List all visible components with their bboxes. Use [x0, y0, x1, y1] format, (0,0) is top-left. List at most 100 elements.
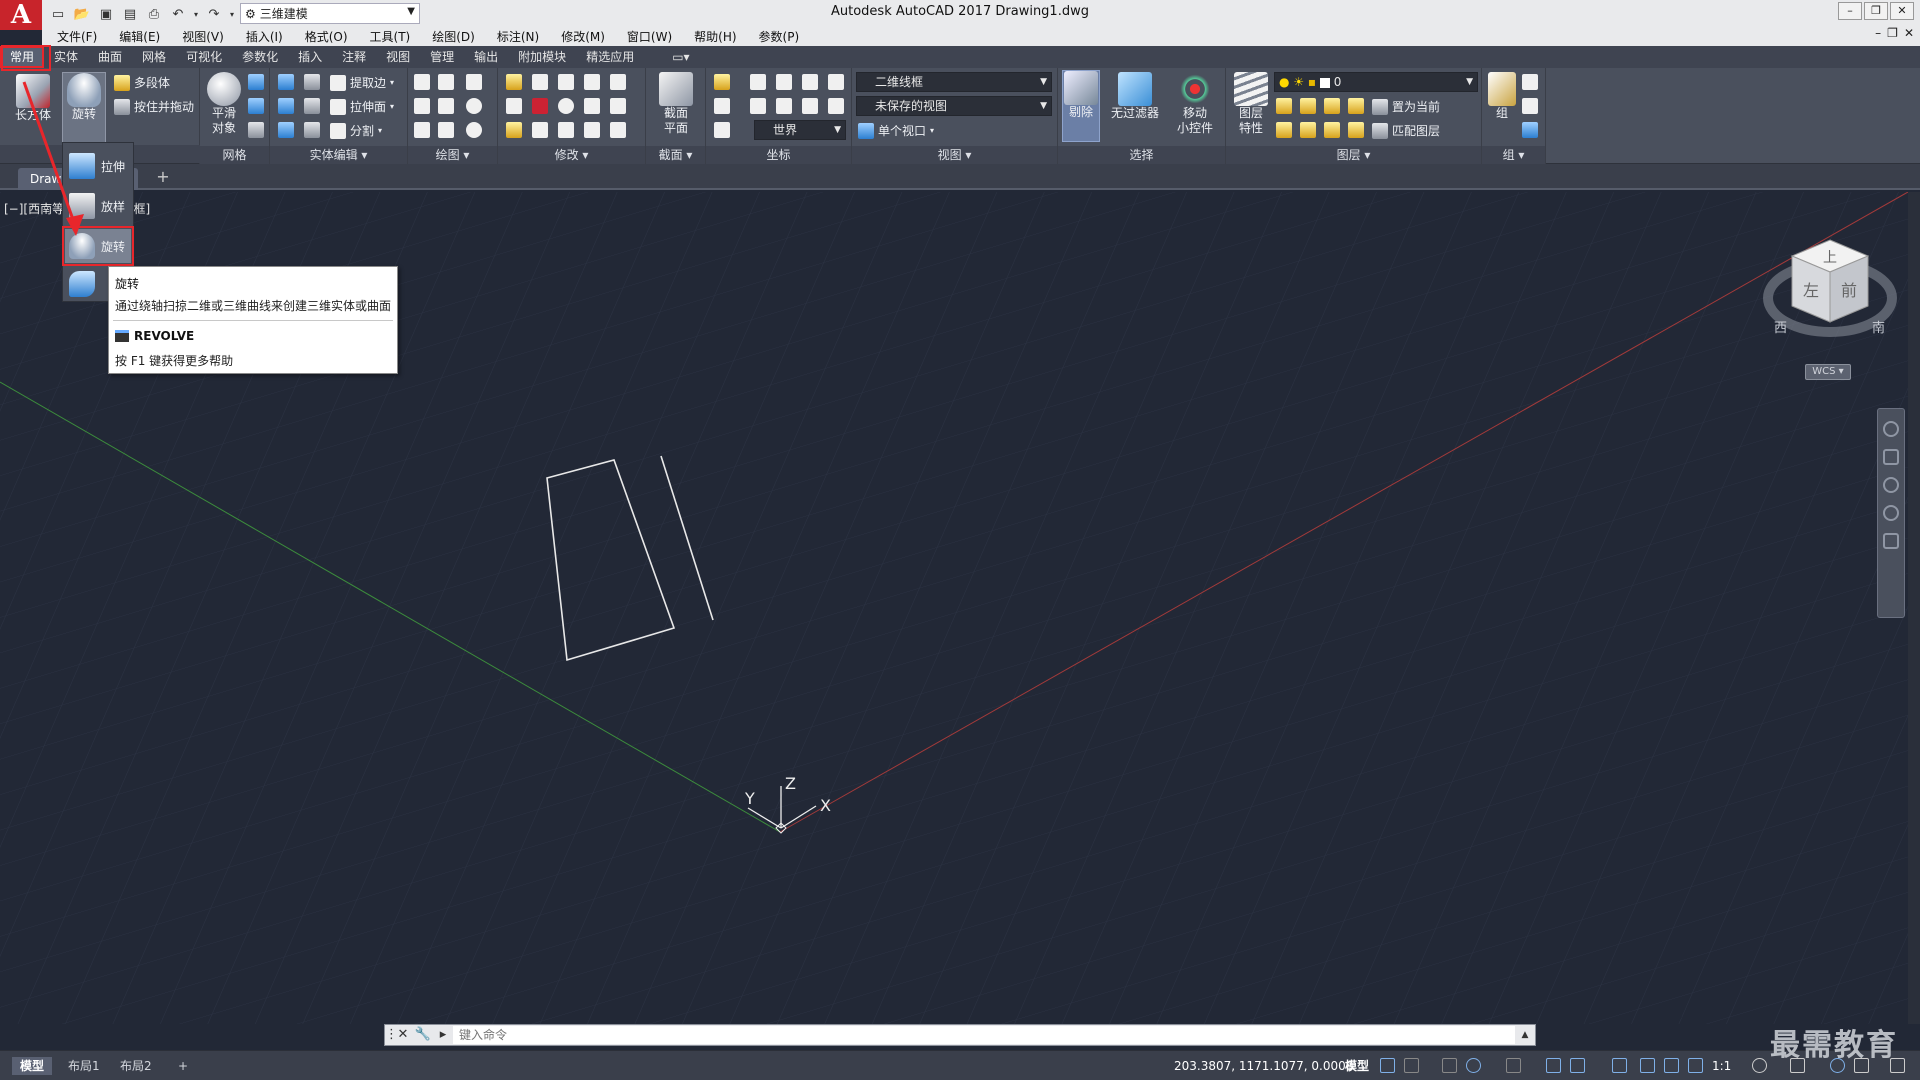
ucs-world-icon[interactable]	[750, 74, 766, 90]
tab-mesh[interactable]: 网格	[132, 46, 176, 68]
menu-file[interactable]: 文件(F)	[46, 28, 108, 45]
new-file-icon[interactable]: ▭	[48, 4, 68, 24]
tab-surface[interactable]: 曲面	[88, 46, 132, 68]
open-file-icon[interactable]: 📂	[72, 4, 92, 24]
union-icon[interactable]	[278, 74, 294, 90]
menu-modify[interactable]: 修改(M)	[550, 28, 616, 45]
ucs-view-icon[interactable]	[714, 98, 730, 114]
mirror-icon[interactable]	[584, 98, 600, 114]
compass-west-label[interactable]: 西	[1774, 321, 1787, 336]
command-input[interactable]	[453, 1026, 1515, 1044]
offset-icon[interactable]	[558, 98, 574, 114]
menu-help[interactable]: 帮助(H)	[683, 28, 747, 45]
circle-icon[interactable]	[466, 98, 482, 114]
doc-close-button[interactable]: ✕	[1904, 26, 1914, 40]
add-layout-button[interactable]: +	[170, 1057, 196, 1075]
revolve-button[interactable]: 旋转	[62, 72, 106, 144]
chevron-up-icon[interactable]: ▲	[1515, 1025, 1535, 1045]
move-gizmo-button[interactable]: 移动 小控件	[1170, 72, 1220, 136]
box-button[interactable]: 长方体	[8, 74, 58, 123]
polysolid-button[interactable]: 多段体	[114, 74, 170, 91]
viewport-config-button[interactable]: 单个视口 ▾	[858, 122, 934, 139]
menu-format[interactable]: 格式(O)	[294, 28, 359, 45]
tab-manage[interactable]: 管理	[420, 46, 464, 68]
array-icon[interactable]	[584, 74, 600, 90]
grid-icon[interactable]	[1380, 1058, 1395, 1073]
extend-icon[interactable]	[610, 74, 626, 90]
chamfer-icon[interactable]	[610, 98, 626, 114]
annotation-scale-icon[interactable]	[1688, 1058, 1703, 1073]
menu-insert[interactable]: 插入(I)	[235, 28, 294, 45]
model-space-button[interactable]: 模型	[1345, 1057, 1369, 1075]
layer-isolate-icon[interactable]	[1300, 98, 1316, 114]
subtract-icon[interactable]	[278, 98, 294, 114]
layer-dropdown[interactable]: ● ☀ ▪ 0 ▼	[1274, 72, 1478, 92]
menu-parametric[interactable]: 参数(P)	[748, 28, 811, 45]
viewcube[interactable]: 上 左 前 西 南	[1760, 226, 1900, 376]
ucs-object-icon[interactable]	[828, 74, 844, 90]
compass-south-label[interactable]: 南	[1872, 320, 1885, 336]
orbit-icon[interactable]	[1883, 505, 1899, 521]
ungroup-icon[interactable]	[1522, 74, 1538, 90]
view-panel-title[interactable]: 视图 ▾	[852, 146, 1057, 164]
wcs-menu-button[interactable]: WCS ▾	[1805, 364, 1851, 380]
undo-dropdown-icon[interactable]: ▾	[192, 4, 200, 24]
layer-thaw-icon[interactable]	[1324, 122, 1340, 138]
coordinate-readout[interactable]: 203.3807, 1171.1077, 0.0000	[1174, 1057, 1353, 1075]
layer-freeze-icon[interactable]	[1324, 98, 1340, 114]
saved-view-dropdown[interactable]: 未保存的视图 ▼	[856, 96, 1052, 116]
mesh-refine-icon[interactable]	[248, 122, 264, 138]
scale-icon[interactable]	[558, 122, 574, 138]
stretch-icon[interactable]	[584, 122, 600, 138]
menu-window[interactable]: 窗口(W)	[616, 28, 683, 45]
fillet-icon[interactable]	[506, 98, 522, 114]
trim-icon[interactable]	[506, 74, 522, 90]
flyout-loft[interactable]: 放样	[65, 189, 131, 223]
ucs-origin-icon[interactable]	[776, 74, 792, 90]
polygon-icon[interactable]	[414, 122, 430, 138]
ortho-icon[interactable]	[1442, 1058, 1457, 1073]
polar-icon[interactable]	[1466, 1058, 1481, 1073]
groups-panel-title[interactable]: 组 ▾	[1482, 146, 1545, 164]
extrude-faces-button[interactable]: 拉伸面 ▾	[330, 98, 394, 115]
close-icon[interactable]: ✕	[393, 1025, 413, 1045]
layer-lock-icon[interactable]	[1348, 98, 1364, 114]
layout-tab-model[interactable]: 模型	[12, 1057, 53, 1075]
erase-icon[interactable]	[506, 122, 522, 138]
ellipse-icon[interactable]	[466, 122, 482, 138]
annotation-visibility-icon[interactable]	[1640, 1058, 1655, 1073]
copy-icon[interactable]	[532, 74, 548, 90]
mesh-smooth-less-icon[interactable]	[248, 98, 264, 114]
tab-parametric[interactable]: 参数化	[232, 46, 288, 68]
doc-restore-button[interactable]: ❐	[1887, 26, 1898, 40]
no-filter-button[interactable]: 无过滤器	[1106, 72, 1164, 121]
align-icon[interactable]	[532, 122, 548, 138]
ucs-named-icon[interactable]	[714, 122, 730, 138]
menu-dimension[interactable]: 标注(N)	[486, 28, 550, 45]
tab-insert[interactable]: 插入	[288, 46, 332, 68]
smooth-object-button[interactable]: 平滑 对象	[204, 72, 244, 136]
tab-addins[interactable]: 附加模块	[508, 46, 576, 68]
annotation-scale-value[interactable]: 1:1	[1712, 1057, 1731, 1075]
ucs-face-icon[interactable]	[802, 74, 818, 90]
tab-annotate[interactable]: 注释	[332, 46, 376, 68]
redo-icon[interactable]: ↷	[204, 4, 224, 24]
auto-scale-icon[interactable]	[1664, 1058, 1679, 1073]
ucs-icon[interactable]	[714, 74, 730, 90]
restore-button[interactable]: ❐	[1864, 2, 1888, 20]
helix-icon[interactable]	[414, 98, 430, 114]
group-select-icon[interactable]	[1522, 122, 1538, 138]
solid-editing-panel-title[interactable]: 实体编辑 ▾	[270, 146, 407, 164]
layer-on-icon[interactable]	[1276, 122, 1292, 138]
thicken-icon[interactable]	[304, 122, 320, 138]
layer-properties-button[interactable]: 图层 特性	[1230, 72, 1272, 136]
undo-icon[interactable]: ↶	[168, 4, 188, 24]
ucs-x-icon[interactable]	[750, 98, 766, 114]
menu-view[interactable]: 视图(V)	[171, 28, 235, 45]
application-menu-button[interactable]: A	[0, 0, 42, 30]
save-as-icon[interactable]: ▤	[120, 4, 140, 24]
close-button[interactable]: ✕	[1890, 2, 1914, 20]
make-current-button[interactable]: 置为当前	[1372, 98, 1440, 115]
layer-unisolate-icon[interactable]	[1300, 122, 1316, 138]
recent-commands-icon[interactable]: ▸	[433, 1025, 453, 1045]
